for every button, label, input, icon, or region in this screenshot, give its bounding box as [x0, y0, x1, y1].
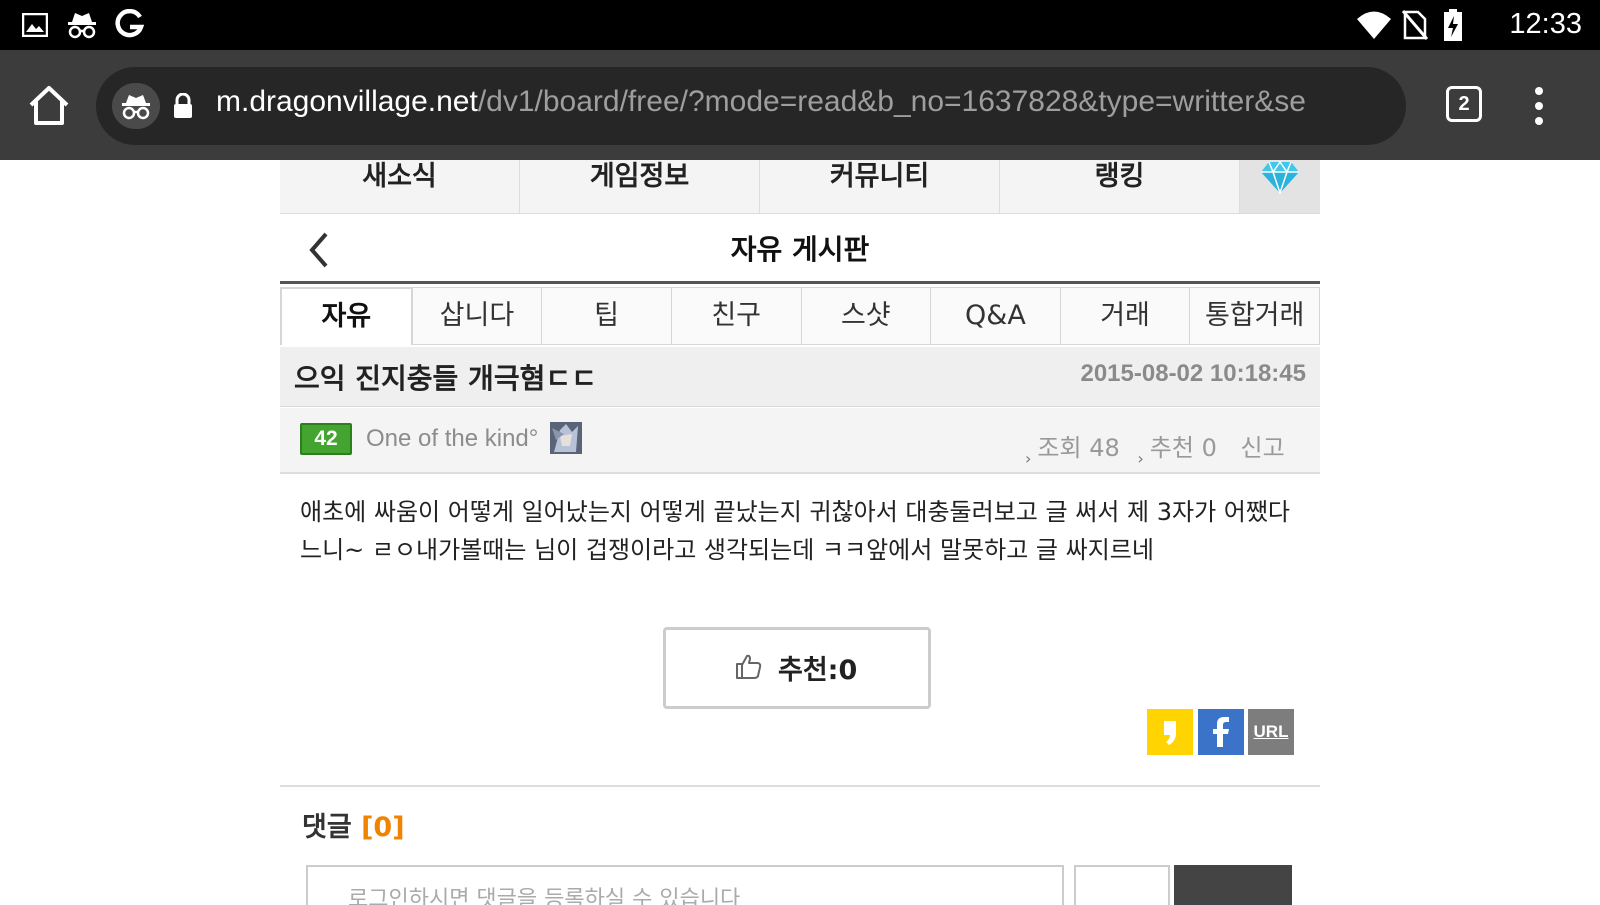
tab-qa[interactable]: Q&A: [931, 287, 1061, 345]
recommend-button[interactable]: 추천:0: [663, 627, 931, 709]
comment-input[interactable]: 로그인하시면 댓글을 등록하실 수 있습니다: [306, 865, 1064, 905]
share-kakao-button[interactable]: [1147, 709, 1193, 755]
incognito-badge: [112, 83, 160, 129]
nav-item-news[interactable]: 새소식: [280, 160, 520, 213]
incognito-icon: [122, 95, 150, 120]
level-badge: 42: [300, 423, 352, 455]
nav-item-game-info[interactable]: 게임정보: [520, 160, 760, 213]
separator-icon: ›: [1025, 449, 1032, 468]
browser-toolbar: m.dragonvillage.net/dv1/board/free/?mode…: [0, 50, 1600, 160]
separator-icon: ›: [1137, 449, 1144, 468]
post-body-line: 애초에 싸움이 어떻게 일어났는지 어떻게 끝났는지 귀찮아서 대충둘러보고 글…: [300, 498, 1291, 526]
category-tabs: 자유 삽니다 팁 친구 스샷 Q&A 거래 통합거래: [280, 287, 1320, 345]
view-count: 조회 48: [1037, 434, 1120, 462]
clock: 12:33: [1509, 8, 1582, 40]
lock-icon[interactable]: [172, 93, 194, 119]
more-menu-icon[interactable]: [1534, 86, 1544, 126]
divider: [280, 785, 1320, 787]
share-url-button[interactable]: URL: [1248, 709, 1294, 755]
writer-name[interactable]: One of the kind°: [366, 425, 538, 453]
post-meta: 42 One of the kind° › 조회 48 › 추천 0 신고: [280, 408, 1320, 474]
address-bar[interactable]: m.dragonvillage.net/dv1/board/free/?mode…: [96, 67, 1406, 145]
thumbs-up-icon: [736, 654, 762, 679]
recommend-count: 추천 0: [1149, 434, 1217, 462]
comment-option-field[interactable]: [1074, 865, 1170, 905]
post-title: 으익 진지충들 개극혐ㄷㄷ: [294, 362, 597, 395]
comments-heading: 댓글 [0]: [302, 805, 405, 844]
nav-item-community[interactable]: 커뮤니티: [760, 160, 1000, 213]
nav-gem-button[interactable]: [1240, 160, 1320, 213]
gallery-icon: [22, 13, 48, 37]
url-path: /dv1/board/free/?mode=read&b_no=1637828&…: [477, 85, 1306, 118]
site-nav: 새소식 게임정보 커뮤니티 랭킹: [280, 160, 1320, 214]
no-sim-icon: [1402, 10, 1428, 40]
post-header: 으익 진지충들 개극혐ㄷㄷ 2015-08-02 10:18:45: [280, 347, 1320, 407]
nav-item-ranking[interactable]: 랭킹: [1000, 160, 1240, 213]
incognito-icon: [68, 13, 96, 39]
board-title: 자유 게시판: [730, 233, 870, 266]
post-stats: › 조회 48 › 추천 0 신고: [1015, 428, 1285, 468]
tab-buy[interactable]: 삽니다: [412, 287, 543, 345]
google-icon: [115, 9, 144, 38]
comments-count: [0]: [361, 812, 405, 843]
post-body-line: 느니~ ㄹㅇ내가볼때는 님이 겁쟁이라고 생각되는데 ㅋㅋ앞에서 말못하고 글 …: [300, 536, 1154, 564]
recommend-label: 추천:0: [778, 655, 858, 686]
post-body: 애초에 싸움이 어떻게 일어났는지 어떻게 끝났는지 귀찮아서 대충둘러보고 글…: [300, 493, 1300, 569]
tab-trade[interactable]: 거래: [1060, 287, 1191, 345]
tab-friends[interactable]: 친구: [671, 287, 802, 345]
share-facebook-button[interactable]: [1198, 709, 1244, 755]
status-bar: 12:33: [0, 0, 1600, 50]
page-content: 새소식 게임정보 커뮤니티 랭킹 자유 게시판 자유 삽니다 팁 친구 스샷 Q…: [280, 160, 1320, 905]
kakao-story-icon: [1164, 721, 1176, 745]
tab-tips[interactable]: 팁: [542, 287, 672, 345]
post-date: 2015-08-02 10:18:45: [1080, 360, 1306, 387]
diamond-icon: [1261, 160, 1299, 194]
home-icon[interactable]: [26, 83, 72, 129]
url-text[interactable]: m.dragonvillage.net/dv1/board/free/?mode…: [216, 85, 1396, 119]
wifi-icon: [1357, 11, 1391, 39]
avatar[interactable]: [550, 422, 582, 454]
tab-switcher-button[interactable]: 2: [1446, 86, 1482, 122]
tab-free[interactable]: 자유: [280, 287, 413, 345]
tab-screenshots[interactable]: 스샷: [801, 287, 932, 345]
board-header: 자유 게시판: [280, 214, 1320, 284]
report-link[interactable]: 신고: [1240, 434, 1284, 462]
tab-integrated-trade[interactable]: 통합거래: [1190, 287, 1320, 345]
facebook-icon: [1213, 717, 1229, 747]
comment-submit-button[interactable]: [1174, 865, 1292, 905]
battery-charging-icon: [1444, 9, 1462, 41]
comments-label: 댓글: [302, 812, 352, 843]
url-host: m.dragonvillage.net: [216, 85, 478, 118]
